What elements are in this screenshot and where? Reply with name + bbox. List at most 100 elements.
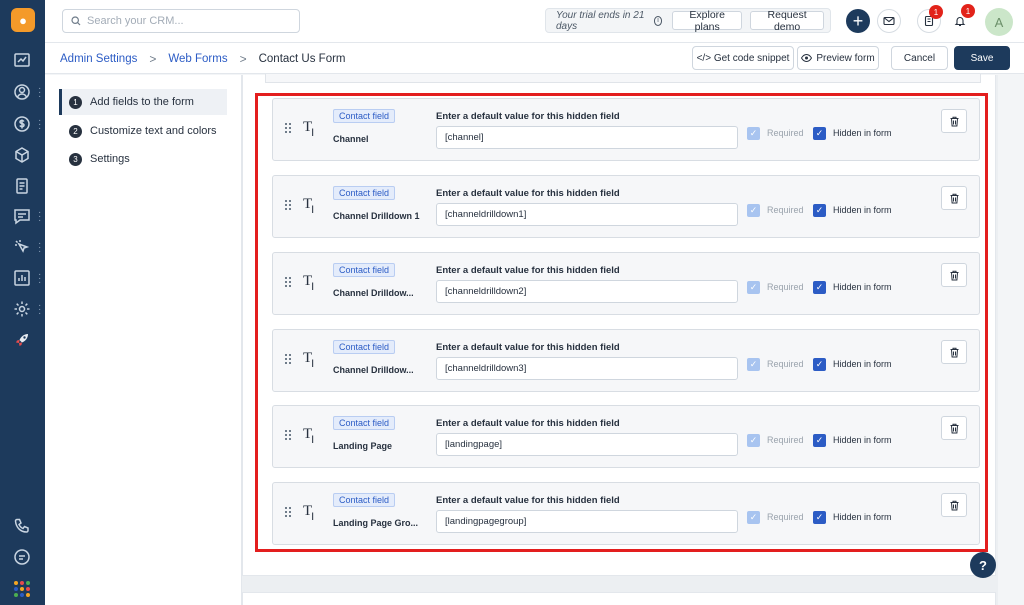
field-card-channel-drilldown-2[interactable]: TI Contact field Channel Drilldow... Ent…: [272, 252, 980, 315]
field-card-channel-drilldown-3[interactable]: TI Contact field Channel Drilldow... Ent…: [272, 329, 980, 392]
text-field-type-icon: TI: [303, 350, 315, 370]
step-settings[interactable]: 3 Settings: [59, 146, 227, 172]
trash-icon: [950, 116, 958, 126]
hidden-in-form-checkbox[interactable]: ✓: [813, 204, 826, 217]
drag-handle-icon[interactable]: [285, 277, 291, 287]
apps-grid-icon[interactable]: [14, 581, 30, 597]
required-label: Required: [767, 435, 804, 445]
contacts-more-icon[interactable]: · · ·: [38, 84, 41, 102]
breadcrumb-separator: >: [149, 52, 157, 66]
contact-field-tag: Contact field: [333, 416, 396, 430]
explore-plans-button[interactable]: Explore plans: [672, 9, 743, 33]
drag-handle-icon[interactable]: [285, 430, 291, 440]
breadcrumb-admin-settings[interactable]: Admin Settings: [60, 53, 137, 65]
conversations-more-icon[interactable]: · · ·: [38, 208, 41, 226]
hidden-in-form-checkbox[interactable]: ✓: [813, 434, 826, 447]
required-checkbox: ✓: [747, 281, 760, 294]
trash-icon: [950, 270, 958, 280]
user-avatar[interactable]: A: [985, 8, 1013, 36]
field-card-channel[interactable]: TI Contact field Channel Enter a default…: [272, 98, 980, 161]
cancel-button[interactable]: Cancel: [891, 46, 948, 70]
settings-more-icon[interactable]: · · ·: [38, 301, 41, 319]
bell-icon[interactable]: 1: [948, 4, 975, 33]
field-name: Channel: [333, 134, 369, 144]
default-value-input[interactable]: [436, 126, 738, 149]
required-label: Required: [767, 205, 804, 215]
hidden-in-form-label: Hidden in form: [833, 205, 892, 215]
search-icon: [71, 16, 81, 26]
breadcrumb-current: Contact Us Form: [258, 53, 346, 65]
delete-field-button[interactable]: [941, 493, 967, 517]
save-button[interactable]: Save: [954, 46, 1010, 70]
step-add-fields[interactable]: 1 Add fields to the form: [59, 89, 227, 115]
reports-more-icon[interactable]: · · ·: [38, 270, 41, 288]
deals-more-icon[interactable]: · · ·: [38, 116, 41, 134]
hidden-in-form-checkbox[interactable]: ✓: [813, 511, 826, 524]
info-icon[interactable]: i: [653, 15, 663, 26]
marketing-automation-icon[interactable]: [13, 238, 31, 256]
required-checkbox: ✓: [747, 204, 760, 217]
breadcrumb-separator: >: [239, 52, 247, 66]
search-input[interactable]: [87, 15, 287, 27]
top-bar: Your trial ends in 21 days i Explore pla…: [45, 0, 1024, 43]
field-name: Landing Page: [333, 441, 393, 451]
email-icon[interactable]: [877, 9, 901, 33]
activity-notification-icon[interactable]: 1: [917, 5, 943, 33]
field-card-landing-page-group[interactable]: TI Contact field Landing Page Gro... Ent…: [272, 482, 980, 545]
rocket-icon[interactable]: [13, 331, 31, 349]
hidden-in-form-checkbox[interactable]: ✓: [813, 127, 826, 140]
default-value-input[interactable]: [436, 203, 738, 226]
default-value-input[interactable]: [436, 433, 738, 456]
marketing-more-icon[interactable]: · · ·: [38, 239, 41, 257]
delete-field-button[interactable]: [941, 109, 967, 133]
field-card-channel-drilldown-1[interactable]: TI Contact field Channel Drilldown 1 Ent…: [272, 175, 980, 238]
text-field-type-icon: TI: [303, 426, 315, 446]
hidden-in-form-label: Hidden in form: [833, 359, 892, 369]
reports-icon[interactable]: [13, 269, 31, 287]
drag-handle-icon[interactable]: [285, 354, 291, 364]
delete-field-button[interactable]: [941, 186, 967, 210]
preview-form-label: Preview form: [816, 52, 875, 64]
quick-add-plus-icon[interactable]: +: [846, 9, 870, 33]
preview-form-button[interactable]: Preview form: [797, 46, 879, 70]
help-button[interactable]: ?: [970, 552, 996, 578]
step-label: Customize text and colors: [90, 125, 217, 137]
products-cube-icon[interactable]: [13, 146, 31, 164]
field-name: Landing Page Gro...: [333, 518, 419, 528]
breadcrumb-web-forms[interactable]: Web Forms: [168, 53, 227, 65]
step-number: 3: [69, 152, 82, 166]
delete-field-button[interactable]: [941, 340, 967, 364]
documents-icon[interactable]: [13, 177, 31, 195]
default-value-label: Enter a default value for this hidden fi…: [436, 111, 620, 122]
default-value-input[interactable]: [436, 280, 738, 303]
get-code-snippet-button[interactable]: </> Get code snippet: [692, 46, 794, 70]
field-card-landing-page[interactable]: TI Contact field Landing Page Enter a de…: [272, 405, 980, 468]
hidden-in-form-checkbox[interactable]: ✓: [813, 281, 826, 294]
contact-field-tag: Contact field: [333, 186, 396, 200]
settings-gear-icon[interactable]: [13, 300, 31, 318]
contact-field-tag: Contact field: [333, 493, 396, 507]
delete-field-button[interactable]: [941, 263, 967, 287]
drag-handle-icon[interactable]: [285, 200, 291, 210]
trash-icon: [950, 500, 958, 510]
default-value-input[interactable]: [436, 510, 738, 533]
phone-icon[interactable]: [13, 517, 31, 535]
drag-handle-icon[interactable]: [285, 123, 291, 133]
dashboard-icon[interactable]: [13, 51, 31, 69]
chat-icon[interactable]: [13, 548, 31, 566]
global-search[interactable]: [62, 9, 300, 33]
delete-field-button[interactable]: [941, 416, 967, 440]
drag-handle-icon[interactable]: [285, 507, 291, 517]
step-customize-text[interactable]: 2 Customize text and colors: [59, 118, 227, 144]
conversations-icon[interactable]: [13, 207, 31, 225]
default-value-input[interactable]: [436, 357, 738, 380]
required-label: Required: [767, 512, 804, 522]
request-demo-button[interactable]: Request demo: [750, 9, 824, 33]
previous-field-card: [265, 74, 981, 83]
hidden-in-form-checkbox[interactable]: ✓: [813, 358, 826, 371]
contacts-icon[interactable]: [13, 83, 31, 101]
trial-banner: Your trial ends in 21 days i Explore pla…: [545, 8, 831, 33]
activity-badge: 1: [929, 5, 943, 19]
app-logo-icon[interactable]: ●: [11, 8, 35, 32]
deals-icon[interactable]: [13, 115, 31, 133]
